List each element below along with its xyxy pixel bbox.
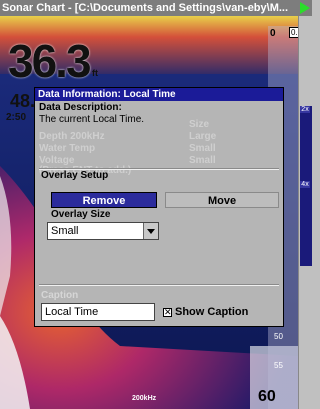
window-title: Sonar Chart - [C:\Documents and Settings… (2, 2, 289, 14)
play-arrow-icon[interactable] (300, 2, 310, 14)
overlay-size-label: Overlay Size (51, 209, 111, 220)
remove-button[interactable]: Remove (51, 192, 157, 208)
depth-unit: ft (92, 68, 98, 78)
ghost-size: Small (189, 155, 216, 166)
data-information-dialog: Data Information: Local Time Data Descri… (34, 87, 284, 327)
caption-input[interactable]: Local Time (41, 303, 155, 321)
time-readout: 2:50 (6, 112, 27, 123)
show-caption-label[interactable]: Show Caption (175, 306, 248, 318)
divider (39, 284, 279, 286)
caption-label: Caption (41, 290, 79, 301)
ghost-row: Depth 200kHz (39, 131, 105, 142)
data-description-group: Data Description: The current Local Time… (39, 102, 279, 176)
overlay-size-value: Small (51, 225, 79, 237)
frequency-label: 200kHz (132, 395, 157, 402)
range-bottom-label: 60 (258, 388, 276, 405)
chevron-down-icon[interactable] (143, 223, 158, 239)
window-title-bar: Sonar Chart - [C:\Documents and Settings… (0, 0, 312, 16)
zoom-2x-label: 2x (300, 106, 310, 113)
range-mark-50: 50 (274, 332, 283, 341)
zoom-4x-label: 4x (300, 181, 310, 188)
overlay-size-select[interactable]: Small (47, 222, 159, 240)
dialog-title: Data Information: Local Time (35, 88, 283, 101)
range-mark-55: 55 (274, 361, 283, 370)
data-description-label: Data Description: (39, 102, 122, 113)
zoom-bar[interactable]: 2x 4x (298, 16, 312, 409)
ghost-row: Water Temp (39, 143, 96, 154)
ghost-size: Size (189, 119, 210, 130)
overlay-setup-label: Overlay Setup (41, 170, 109, 181)
depth-readout: 36.3 (8, 35, 92, 87)
data-description-text: The current Local Time. (39, 114, 145, 125)
zoom-readout: 0.00 (289, 27, 298, 38)
move-button[interactable]: Move (165, 192, 279, 208)
ghost-size: Large (189, 131, 217, 142)
show-caption-checkbox[interactable]: ✕ (163, 308, 172, 317)
ghost-size: Small (189, 143, 216, 154)
range-top-label: 0 (270, 28, 276, 39)
